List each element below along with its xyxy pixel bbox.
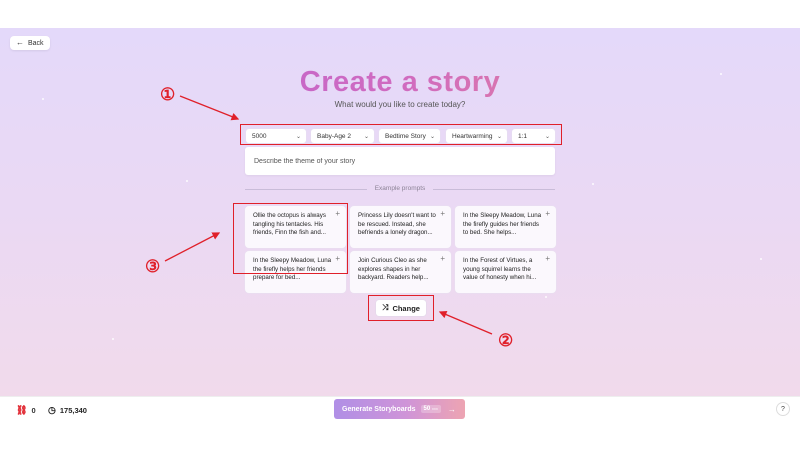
annotation-box-options [240,124,562,145]
credits-counter[interactable]: ⛓ 0 [16,405,36,416]
story-creator-page: ← Back Create a story What would you lik… [0,28,800,422]
sparkle [592,183,594,185]
example-prompt-text: Princess Lily doesn't want to be rescued… [358,212,436,237]
plus-icon[interactable]: + [440,210,445,218]
example-prompt-card[interactable]: In the Forest of Virtues, a young squirr… [455,251,556,293]
tokens-counter[interactable]: ◷ 175,340 [48,405,87,416]
example-prompt-card[interactable]: Join Curious Cleo as she explores shapes… [350,251,451,293]
annotation-arrow-2 [438,310,493,335]
link-icon: ⛓ [16,405,28,415]
divider-left [245,189,367,190]
example-prompt-text: Join Curious Cleo as she explores shapes… [358,257,429,282]
sparkle [760,258,762,260]
annotation-marker-2: ② [498,331,514,350]
generate-cost-value: 50 [423,406,431,412]
annotation-box-change [368,295,434,321]
sparkle [112,338,114,340]
annotation-box-prompt [233,203,348,274]
example-prompt-text: In the Forest of Virtues, a young squirr… [463,257,537,282]
annotation-arrow-3 [164,232,221,262]
plus-icon[interactable]: + [545,255,550,263]
generate-cost: 50 xxx [420,405,441,413]
credits-value: 0 [31,406,36,415]
example-prompt-card[interactable]: In the Sleepy Meadow, Luna the firefly g… [455,206,556,248]
bottom-bar: ⛓ 0 ◷ 175,340 Generate Storyboards 50 xx… [0,396,800,422]
generate-label: Generate Storyboards [342,405,416,413]
divider-right [433,189,555,190]
help-button[interactable]: ? [776,402,790,416]
page-title: Create a story [0,66,800,99]
plus-icon[interactable]: + [545,210,550,218]
generate-storyboards-button[interactable]: Generate Storyboards 50 xxx → [334,399,465,419]
tokens-value: 175,340 [59,406,87,415]
example-prompt-card[interactable]: Princess Lily doesn't want to be rescued… [350,206,451,248]
annotation-marker-1: ① [160,85,176,104]
example-prompts-label: Example prompts [374,185,426,192]
back-label: Back [28,39,44,47]
back-button[interactable]: ← Back [10,36,50,50]
sparkle [545,296,547,298]
plus-icon[interactable]: + [440,255,445,263]
annotation-marker-3: ③ [145,257,161,276]
arrow-left-icon: ← [16,38,24,47]
sparkle [186,180,188,182]
example-prompt-text: In the Sleepy Meadow, Luna the firefly g… [463,212,542,237]
generate-cost-sub: xxx [431,406,438,411]
clock-icon: ◷ [48,405,56,415]
arrow-right-icon: → [447,404,456,414]
theme-input[interactable] [245,147,555,175]
page-subtitle: What would you like to create today? [334,100,466,109]
